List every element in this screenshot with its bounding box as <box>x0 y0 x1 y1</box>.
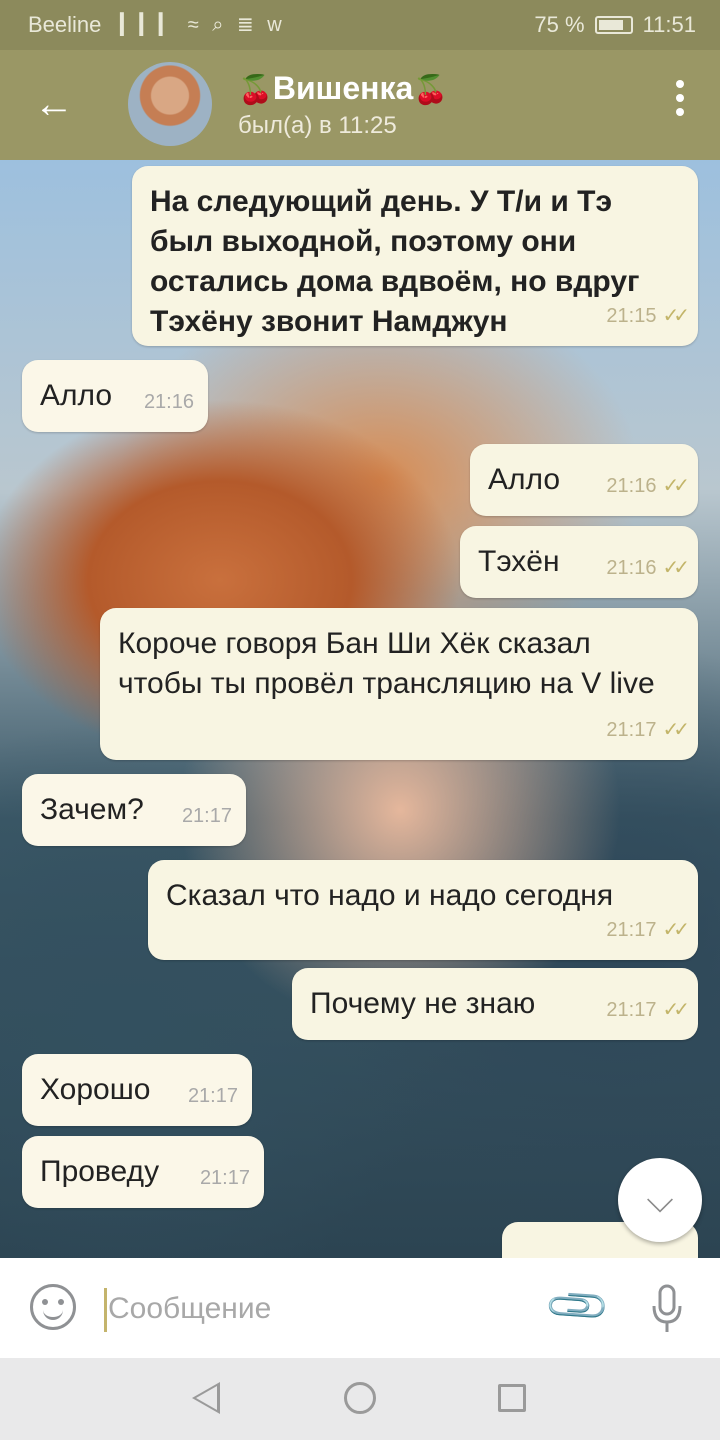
nav-back-icon[interactable] <box>192 1382 220 1414</box>
message-bubble[interactable]: Алло 21:16 ✓✓ <box>470 444 698 516</box>
scroll-down-button[interactable]: ⌵ <box>618 1158 702 1242</box>
battery-icon <box>594 16 633 34</box>
read-check-icon: ✓✓ <box>662 999 689 1021</box>
message-meta: 21:17 <box>200 1158 250 1198</box>
message-bubble[interactable]: На следующий день. У Т/и и Тэ был выходн… <box>132 166 698 346</box>
message-meta: 21:17 ✓✓ <box>606 910 689 950</box>
chat-header: ← 🍒Вишенка🍒 был(а) в 11:25 <box>0 50 720 160</box>
carrier-name: Beeline <box>28 12 102 37</box>
message-meta: 21:17 <box>182 796 232 836</box>
avatar[interactable] <box>128 62 212 146</box>
message-bubble[interactable]: Почему не знаю 21:17 ✓✓ <box>292 968 698 1040</box>
message-time: 21:17 <box>187 1085 238 1107</box>
message-time: 21:17 <box>181 805 232 827</box>
clock: 11:51 <box>642 12 696 37</box>
signal-wifi-icons: ▎▎▎ ≈ ⌕ ≣ w <box>120 14 286 36</box>
message-time: 21:16 <box>606 557 657 579</box>
message-input[interactable] <box>108 1284 528 1334</box>
message-text: Угу <box>520 1250 680 1258</box>
system-nav-bar <box>0 1358 720 1440</box>
message-bubble[interactable]: Зачем? 21:17 <box>22 774 246 846</box>
contact-name: Вишенка <box>272 70 414 106</box>
emoji-icon[interactable] <box>30 1284 76 1330</box>
message-bubble[interactable]: Проведу 21:17 <box>22 1136 264 1208</box>
message-bubble[interactable]: Короче говоря Бан Ши Хёк сказал чтобы ты… <box>100 608 698 760</box>
nav-recent-apps-icon[interactable] <box>498 1384 526 1412</box>
last-seen-status: был(а) в 11:25 <box>238 112 397 139</box>
cherry-icon: 🍒 <box>238 74 273 105</box>
message-time: 21:17 <box>199 1167 250 1189</box>
attach-icon[interactable]: 📎 <box>542 1271 614 1343</box>
read-check-icon: ✓✓ <box>662 719 689 741</box>
chat-title[interactable]: 🍒Вишенка🍒 <box>238 70 448 107</box>
message-time: 21:15 <box>606 305 657 327</box>
battery-percent: 75 % <box>534 12 585 37</box>
message-text: Сказал что надо и надо сегодня <box>166 879 614 912</box>
message-text: Короче говоря Бан Ши Хёк сказал чтобы ты… <box>118 627 655 700</box>
more-options-icon[interactable] <box>676 80 684 116</box>
read-check-icon: ✓✓ <box>662 475 689 497</box>
read-check-icon: ✓✓ <box>662 305 689 327</box>
status-right: 75 % 11:51 <box>534 12 696 38</box>
text-cursor <box>104 1288 107 1332</box>
message-time: 21:16 <box>143 391 194 413</box>
nav-home-icon[interactable] <box>344 1382 376 1414</box>
message-time: 21:17 <box>606 999 657 1021</box>
message-bubble[interactable]: Алло 21:16 <box>22 360 208 432</box>
message-meta: 21:17 ✓✓ <box>606 990 689 1030</box>
message-meta: 21:16 ✓✓ <box>606 548 689 588</box>
message-meta: 21:16 ✓✓ <box>606 466 689 506</box>
chevron-down-icon: ⌵ <box>646 1179 674 1220</box>
message-meta: 21:17 <box>188 1076 238 1116</box>
status-bar: Beeline ▎▎▎ ≈ ⌕ ≣ w 75 % 11:51 <box>0 0 720 50</box>
microphone-icon[interactable] <box>650 1284 684 1334</box>
message-composer: 📎 <box>0 1258 720 1358</box>
cherry-icon: 🍒 <box>413 74 449 105</box>
message-meta: 21:15 ✓✓ <box>606 296 689 336</box>
message-bubble[interactable]: Тэхён 21:16 ✓✓ <box>460 526 698 598</box>
message-text: На следующий день. У Т/и и Тэ был выходн… <box>150 185 640 338</box>
read-check-icon: ✓✓ <box>662 557 689 579</box>
message-bubble[interactable]: Сказал что надо и надо сегодня 21:17 ✓✓ <box>148 860 698 960</box>
message-time: 21:16 <box>606 475 657 497</box>
message-meta: 21:16 <box>144 382 194 422</box>
back-arrow-icon[interactable]: ← <box>34 84 74 124</box>
message-time: 21:17 <box>606 719 657 741</box>
read-check-icon: ✓✓ <box>662 919 689 941</box>
message-bubble[interactable]: Хорошо 21:17 <box>22 1054 252 1126</box>
message-meta: 21:17 ✓✓ <box>606 710 689 750</box>
message-time: 21:17 <box>606 919 657 941</box>
chat-messages[interactable]: На следующий день. У Т/и и Тэ был выходн… <box>0 160 720 1258</box>
